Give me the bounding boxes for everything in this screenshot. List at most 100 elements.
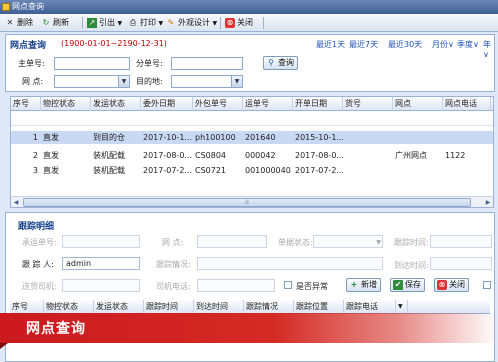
- banner-notch: [0, 343, 8, 349]
- col-header[interactable]: 跟踪情况: [244, 300, 294, 314]
- branch-label: 网 点:: [22, 77, 44, 86]
- col-header[interactable]: 委外日期: [141, 97, 193, 111]
- add-button[interactable]: + 新增: [346, 278, 381, 292]
- col-header[interactable]: 序号: [11, 97, 41, 111]
- close-button[interactable]: ⊗ 关闭: [224, 16, 253, 30]
- driver-label: 送货司机:: [22, 282, 57, 291]
- window-title: 网点查询: [12, 2, 44, 11]
- save-icon: ✔: [393, 280, 403, 290]
- toolbar-separator: [220, 17, 221, 29]
- refresh-icon: ↻: [42, 18, 50, 27]
- window-icon: [2, 3, 10, 11]
- main-no-label: 主单号:: [18, 59, 45, 68]
- print-button[interactable]: ⎙ 打印 ▼: [127, 16, 163, 30]
- scroll-right-icon[interactable]: ▶: [483, 198, 493, 207]
- driver-input[interactable]: [62, 279, 140, 292]
- tracking-branch-input[interactable]: [197, 235, 267, 248]
- col-header[interactable]: 网点电话: [443, 97, 491, 111]
- col-header[interactable]: 发运状态: [94, 300, 144, 314]
- col-header[interactable]: 跟踪时间: [144, 300, 194, 314]
- horizontal-scrollbar[interactable]: ◀ ⁞⁞ ▶: [11, 196, 493, 207]
- col-header[interactable]: 跟踪位置: [294, 300, 344, 314]
- abnormal-checkbox[interactable]: [284, 281, 292, 289]
- col-header[interactable]: 货号: [343, 97, 393, 111]
- chevron-down-icon: ▼: [158, 20, 164, 27]
- chevron-down-icon: ▼: [231, 76, 242, 87]
- toolbar-separator: [82, 17, 83, 29]
- col-header[interactable]: 物控状态: [41, 97, 91, 111]
- track-info-input[interactable]: [197, 257, 383, 270]
- last-1-day-link[interactable]: 最近1天: [316, 39, 345, 50]
- col-header[interactable]: 外包单号: [193, 97, 243, 111]
- last-7-days-link[interactable]: 最近7天: [349, 39, 378, 50]
- sub-no-input[interactable]: [171, 57, 243, 70]
- chevron-down-icon: ▼: [376, 239, 381, 246]
- col-header[interactable]: 发运状态: [91, 97, 141, 111]
- destination-select[interactable]: ▼: [171, 75, 243, 88]
- branch-select[interactable]: ▼: [54, 75, 130, 88]
- destination-label: 目的地:: [136, 77, 163, 86]
- search-button[interactable]: ⚲ 查询: [263, 56, 298, 70]
- chevron-down-icon: ▼: [117, 20, 123, 27]
- results-grid: 序号 物控状态 发运状态 委外日期 外包单号 运单号 开单日期 货号 网点 网点…: [10, 96, 494, 208]
- delete-icon: ✕: [6, 18, 14, 27]
- doc-status-label: 单据状态:: [278, 238, 313, 247]
- consign-no-label: 承运单号:: [22, 238, 57, 247]
- scrollbar-thumb[interactable]: ⁞⁞: [23, 198, 471, 207]
- arrive-time-input[interactable]: [430, 257, 492, 270]
- chevron-down-icon[interactable]: ▼: [396, 300, 408, 314]
- export-icon: ↗: [87, 18, 97, 28]
- table-row[interactable]: 1 直发 到目的仓 2017-10-1... ph100100 201640 2…: [11, 131, 493, 144]
- layout-design-button[interactable]: ✎ 外观设计 ▼: [165, 16, 218, 30]
- consign-no-input[interactable]: [62, 235, 140, 248]
- tracker-label: 跟 踪 人:: [22, 260, 54, 269]
- toolbar-separator: [263, 17, 264, 29]
- design-icon: ✎: [167, 18, 175, 27]
- grid-header: 序号 物控状态 发运状态 委外日期 外包单号 运单号 开单日期 货号 网点 网点…: [11, 97, 493, 111]
- export-button[interactable]: ↗ 引出 ▼: [86, 16, 122, 30]
- chevron-down-icon: ▼: [118, 76, 129, 87]
- delete-button[interactable]: ✕ 删除: [4, 16, 33, 30]
- close-icon: ⊗: [437, 280, 447, 290]
- banner-text: 网点查询: [26, 321, 86, 337]
- tracker-input[interactable]: admin: [62, 257, 140, 270]
- col-header[interactable]: 送: [491, 97, 493, 111]
- query-panel: 网点查询 (1900-01-01~2190-12-31) 最近1天 最近7天 最…: [5, 34, 495, 92]
- col-header[interactable]: 跟踪电话: [344, 300, 396, 314]
- table-row[interactable]: 3 直发 装机配载 2017-07-2... CS0721 001000040 …: [11, 164, 493, 177]
- quarter-dropdown-link[interactable]: 季度∨: [457, 39, 479, 50]
- extra-checkbox[interactable]: [483, 281, 491, 289]
- arrive-time-label: 到达时间:: [394, 261, 429, 270]
- window-title-bar: 网点查询: [0, 0, 498, 14]
- track-time-input[interactable]: [430, 235, 492, 248]
- save-button[interactable]: ✔ 保存: [390, 278, 425, 292]
- tracking-grid-header: 序号 物控状态 发运状态 跟踪时间 到达时间 跟踪情况 跟踪位置 跟踪电话 ▼: [10, 300, 490, 314]
- tracking-branch-label: 网 点:: [162, 238, 184, 247]
- sub-no-label: 分单号:: [136, 59, 163, 68]
- driver-phone-label: 司机电话:: [156, 282, 191, 291]
- query-title: 网点查询: [10, 41, 47, 51]
- close-icon: ⊗: [225, 18, 235, 28]
- col-header[interactable]: 运单号: [243, 97, 293, 111]
- grid-filter-row[interactable]: [11, 112, 493, 126]
- last-30-days-link[interactable]: 最近30天: [388, 39, 422, 50]
- table-row[interactable]: 2 直发 装机配载 2017-08-0... CS0804 000042 201…: [11, 149, 493, 162]
- refresh-button[interactable]: ↻ 刷新: [40, 16, 69, 30]
- scroll-left-icon[interactable]: ◀: [11, 198, 21, 207]
- toolbar: ✕ 删除 ↻ 刷新 ↗ 引出 ▼ ⎙ 打印 ▼ ✎ 外观设计 ▼ ⊗ 关闭: [0, 14, 498, 32]
- driver-phone-input[interactable]: [197, 279, 275, 292]
- abnormal-label: 是否异常: [296, 282, 328, 291]
- main-no-input[interactable]: [54, 57, 130, 70]
- caption-banner: 网点查询: [0, 313, 498, 349]
- col-header[interactable]: 到达时间: [194, 300, 244, 314]
- add-icon: +: [350, 280, 358, 289]
- year-dropdown-link[interactable]: 年∨: [483, 39, 494, 59]
- col-header[interactable]: 序号: [10, 300, 44, 314]
- col-header[interactable]: 网点: [393, 97, 443, 111]
- col-header[interactable]: 物控状态: [44, 300, 94, 314]
- col-header[interactable]: 开单日期: [293, 97, 343, 111]
- doc-status-select[interactable]: ▼: [313, 235, 383, 248]
- tracking-close-button[interactable]: ⊗ 关闭: [434, 278, 469, 292]
- track-info-label: 跟踪情况:: [156, 260, 191, 269]
- month-dropdown-link[interactable]: 月份∨: [432, 39, 454, 50]
